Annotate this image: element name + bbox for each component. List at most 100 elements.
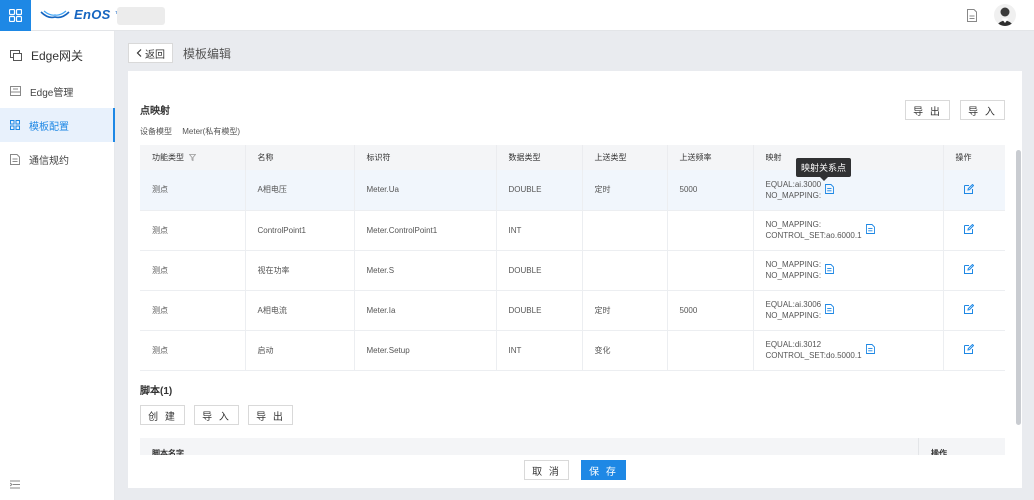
enos-logo[interactable]: EnOS™ (40, 7, 122, 22)
mapping-line-1: EQUAL:ai.3006 (765, 300, 822, 309)
device-model-value: Meter(私有模型) (182, 127, 241, 136)
sidebar-item-protocol[interactable]: 通信规约 (0, 142, 115, 176)
vertical-scrollbar[interactable] (1016, 150, 1021, 425)
table-header-row: 功能类型 名称 标识符 数据类型 上送类型 上送频率 映射 操作 (140, 145, 1005, 170)
column-header-send-type: 上送类型 (582, 145, 668, 170)
cell-dtype: DOUBLE (496, 250, 583, 291)
protocol-icon (10, 153, 20, 165)
export-button[interactable]: 导 出 (905, 100, 950, 120)
cancel-button[interactable]: 取 消 (524, 460, 569, 480)
column-header-send-freq: 上送频率 (667, 145, 754, 170)
sidebar-collapse-icon[interactable] (9, 478, 20, 492)
breadcrumb: 返回 模板编辑 (128, 42, 231, 64)
edit-icon[interactable] (963, 183, 974, 196)
user-icon (996, 7, 1014, 26)
cell-name: A相电流 (245, 290, 355, 331)
column-header-data-type: 数据类型 (496, 145, 583, 170)
cell-mapping: NO_MAPPING: NO_MAPPING: (753, 250, 944, 291)
column-header-action: 操作 (943, 145, 1005, 170)
table-row: 测点 A相电压 Meter.Ua DOUBLE 定时 5000 EQUAL:ai.3000 N… (140, 170, 1005, 211)
mapping-tooltip: 映射关系点 (796, 158, 852, 181)
import-button[interactable]: 导 入 (960, 100, 1005, 120)
cell-send-type (582, 210, 668, 251)
table-row: 测点 ControlPoint1 Meter.ControlPoint1 INT NO_… (140, 210, 1005, 251)
cell-send-type (582, 250, 668, 291)
mapping-line-1: NO_MAPPING: (765, 220, 822, 229)
cell-id: Meter.S (354, 250, 497, 291)
edit-icon[interactable] (963, 223, 974, 236)
cell-name: 视在功率 (245, 250, 355, 291)
cell-action (943, 210, 1005, 251)
point-map-table: 功能类型 名称 标识符 数据类型 上送类型 上送频率 映射 操作 测点 A相电压 M… (140, 145, 1005, 371)
mapping-line-2: NO_MAPPING: (765, 190, 822, 200)
sidebar-item-label: Edge管理 (30, 87, 74, 99)
cell-mapping: EQUAL:di.3012 CONTROL_SET:do.5000.1 (753, 330, 944, 371)
cell-freq: 5000 (667, 290, 754, 331)
back-button[interactable]: 返回 (128, 43, 173, 63)
cell-id: Meter.Ua (354, 170, 497, 211)
create-script-button[interactable]: 创 建 (140, 405, 185, 425)
cell-func: 测点 (140, 250, 246, 291)
sidebar-app-title[interactable]: Edge网关 (0, 38, 115, 72)
template-config-icon (10, 120, 20, 130)
mapping-line-1: EQUAL:ai.3000 (765, 179, 822, 189)
cell-func: 测点 (140, 170, 246, 211)
cell-name: ControlPoint1 (245, 210, 355, 251)
table-row: 测点 视在功率 Meter.S DOUBLE NO_MAPPING: NO_MAPPING… (140, 250, 1005, 291)
mapping-detail-icon[interactable] (825, 304, 835, 316)
mapping-detail-icon[interactable] (825, 183, 835, 196)
document-icon[interactable] (966, 9, 978, 25)
cell-send-type: 变化 (582, 330, 668, 371)
sidebar-item-template-config[interactable]: 模板配置 (0, 108, 115, 142)
device-model-label: 设备模型 (140, 127, 172, 136)
cell-mapping: EQUAL:ai.3006 NO_MAPPING: (753, 290, 944, 331)
table-row: 测点 启动 Meter.Setup INT 变化 EQUAL:di.3012 CONTROL… (140, 330, 1005, 371)
cell-func: 测点 (140, 210, 246, 251)
mapping-line-2: CONTROL_SET:ao.6000.1 (765, 231, 862, 240)
page-title: 模板编辑 (183, 46, 232, 61)
save-button[interactable]: 保 存 (581, 460, 626, 480)
cell-id: Meter.Ia (354, 290, 497, 331)
cell-send-type: 定时 (582, 290, 668, 331)
edit-icon[interactable] (963, 343, 974, 356)
cell-name: 启动 (245, 330, 355, 371)
table-row: 测点 A相电流 Meter.Ia DOUBLE 定时 5000 EQUAL:ai.3006 N… (140, 290, 1005, 331)
cell-action (943, 170, 1005, 211)
cell-freq (667, 250, 754, 291)
cell-dtype: INT (496, 210, 583, 251)
cell-action (943, 330, 1005, 371)
envision-wings-icon (40, 10, 70, 18)
sidebar: Edge网关 Edge管理 模板配置 通信规约 (0, 31, 115, 500)
sidebar-item-label: 通信规约 (29, 155, 69, 167)
cell-action (943, 250, 1005, 291)
app-grid-button[interactable] (0, 0, 31, 31)
user-avatar[interactable] (994, 4, 1016, 26)
export-script-button[interactable]: 导 出 (248, 405, 293, 425)
column-header-func-type[interactable]: 功能类型 (140, 145, 246, 170)
mapping-line-1: EQUAL:di.3012 (765, 340, 822, 349)
tenant-selector[interactable] (117, 7, 165, 25)
mapping-line-2: NO_MAPPING: (765, 271, 822, 280)
edit-icon[interactable] (963, 263, 974, 276)
cell-dtype: INT (496, 330, 583, 371)
mapping-detail-icon[interactable] (865, 224, 875, 236)
back-button-label: 返回 (145, 49, 165, 61)
column-header-name: 名称 (245, 145, 355, 170)
cell-freq (667, 210, 754, 251)
cell-id: Meter.ControlPoint1 (354, 210, 497, 251)
edge-manage-icon (10, 86, 21, 96)
column-header-identifier: 标识符 (354, 145, 497, 170)
mapping-line-1: NO_MAPPING: (765, 260, 822, 269)
sidebar-item-edge-manage[interactable]: Edge管理 (0, 74, 115, 108)
filter-icon[interactable] (189, 154, 196, 162)
cell-func: 测点 (140, 290, 246, 331)
mapping-detail-icon[interactable] (865, 344, 875, 356)
device-model: 设备模型 Meter(私有模型) (140, 126, 240, 137)
edit-icon[interactable] (963, 303, 974, 316)
cell-freq (667, 330, 754, 371)
mapping-detail-icon[interactable] (825, 264, 835, 276)
mapping-line-2: NO_MAPPING: (765, 311, 822, 320)
import-script-button[interactable]: 导 入 (194, 405, 239, 425)
cell-id: Meter.Setup (354, 330, 497, 371)
footer-bar: 取 消 保 存 (128, 455, 1022, 488)
